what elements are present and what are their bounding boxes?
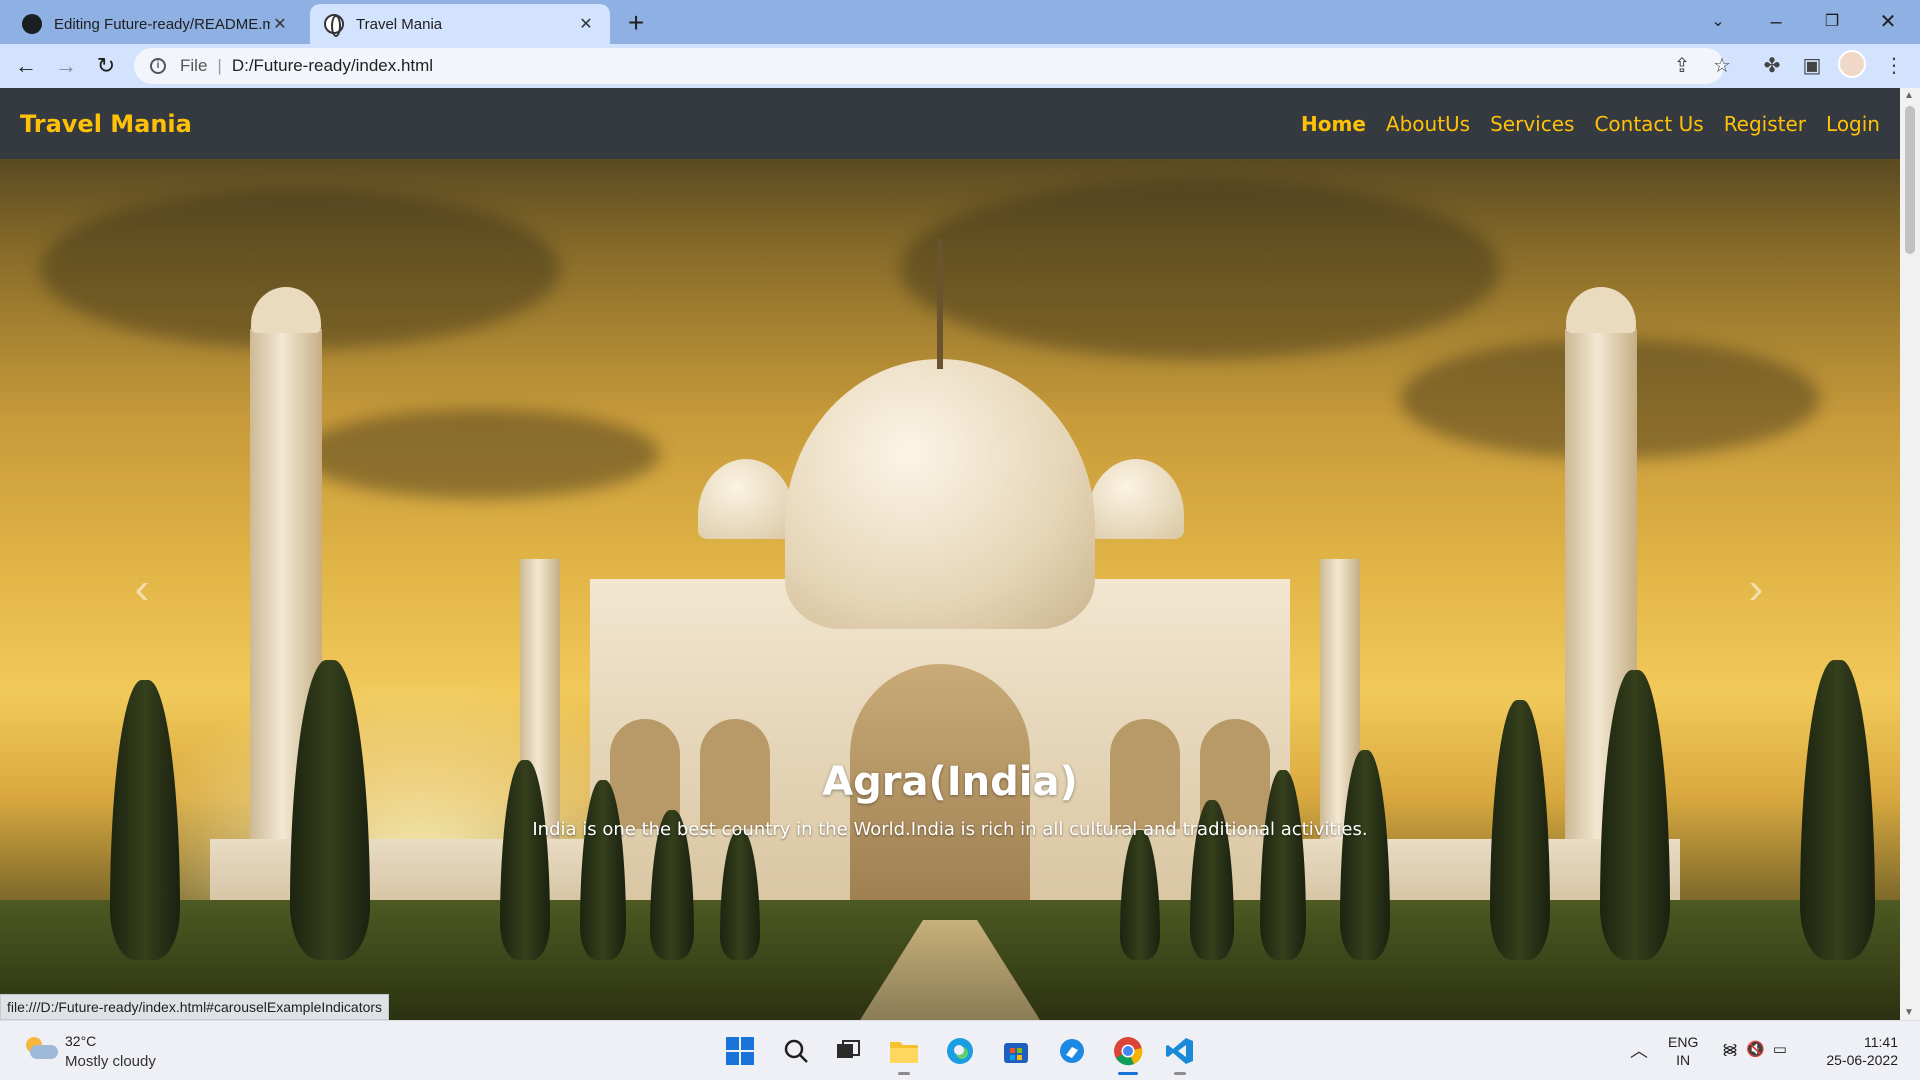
globe-icon — [324, 14, 344, 37]
carousel-caption-text: India is one the best country in the Wor… — [532, 819, 1368, 840]
browser-toolbar: ← → ↻ i File | D:/Future-ready/index.htm… — [0, 44, 1920, 88]
weather-desc[interactable]: Mostly cloudy — [65, 1053, 156, 1070]
language-indicator[interactable]: ENG IN — [1668, 1033, 1698, 1069]
nav-links: Home AboutUs Services Contact Us Registe… — [1281, 112, 1880, 136]
profile-avatar[interactable] — [1838, 50, 1866, 78]
carousel: ‹ › Agra(India) India is one the best co… — [0, 159, 1900, 1020]
search-icon[interactable] — [776, 1031, 816, 1071]
nav-login[interactable]: Login — [1826, 112, 1880, 136]
address-bar[interactable]: i File | D:/Future-ready/index.html — [134, 48, 1724, 84]
status-bar-url: file:///D:/Future-ready/index.html#carou… — [0, 994, 390, 1020]
system-clock[interactable]: 11:41 25-06-2022 — [1810, 1033, 1898, 1069]
tab-title: Editing Future-ready/README.m — [54, 15, 270, 33]
close-icon[interactable]: ✕ — [576, 14, 596, 34]
nav-register[interactable]: Register — [1724, 112, 1806, 136]
star-icon[interactable]: ☆ — [1704, 48, 1740, 84]
minimize-button[interactable]: – — [1748, 4, 1804, 40]
menu-icon[interactable]: ⋮ — [1876, 48, 1912, 84]
page-viewport: Travel Mania Home AboutUs Services Conta… — [0, 88, 1900, 1020]
forward-icon[interactable]: → — [48, 48, 84, 84]
clock-time: 11:41 — [1864, 1034, 1898, 1050]
info-icon[interactable]: i — [150, 58, 166, 74]
back-icon[interactable]: ← — [8, 48, 44, 84]
tab-title: Travel Mania — [356, 15, 443, 33]
wifi-icon: ᯼ — [1722, 1041, 1747, 1058]
close-window-button[interactable]: ✕ — [1860, 4, 1916, 40]
nav-home[interactable]: Home — [1301, 112, 1366, 136]
share-icon[interactable]: ⇪ — [1664, 48, 1700, 84]
new-tab-button[interactable]: + — [620, 8, 652, 40]
nav-aboutus[interactable]: AboutUs — [1386, 112, 1470, 136]
chevron-left-icon: ‹ — [134, 564, 150, 613]
weather-icon[interactable] — [26, 1035, 58, 1063]
page-scrollbar[interactable]: ▲ ▼ — [1900, 88, 1920, 1020]
weather-temp[interactable]: 32°C — [65, 1033, 96, 1049]
scroll-down-icon[interactable]: ▼ — [1904, 1007, 1914, 1018]
volume-muted-icon: 🔇 — [1746, 1041, 1773, 1058]
tab-strip: Editing Future-ready/README.m ✕ Travel M… — [0, 0, 1920, 44]
nav-contact-us[interactable]: Contact Us — [1594, 112, 1703, 136]
taskbar: 32°C Mostly cloudy ︿ ENG IN ᯼🔇▭ 11:41 25… — [0, 1020, 1920, 1080]
carousel-next-button[interactable]: › — [1736, 559, 1776, 619]
carousel-caption-title: Agra(India) — [822, 759, 1078, 805]
scroll-thumb[interactable] — [1905, 106, 1915, 254]
close-icon[interactable]: ✕ — [270, 14, 290, 34]
tab-readme[interactable]: Editing Future-ready/README.m ✕ — [8, 4, 304, 44]
scroll-up-icon[interactable]: ▲ — [1904, 90, 1914, 101]
extensions-icon[interactable]: ✤ — [1754, 48, 1790, 84]
site-navbar: Travel Mania Home AboutUs Services Conta… — [0, 88, 1900, 159]
side-panel-icon[interactable]: ▣ — [1794, 48, 1830, 84]
show-hidden-icons-icon[interactable]: ︿ — [1630, 1037, 1648, 1063]
system-tray-icons[interactable]: ᯼🔇▭ — [1722, 1039, 1795, 1059]
nav-services[interactable]: Services — [1490, 112, 1574, 136]
site-brand[interactable]: Travel Mania — [20, 110, 192, 138]
microsoft-store-icon[interactable] — [996, 1031, 1036, 1071]
vscode-icon[interactable] — [1160, 1031, 1200, 1075]
edge-icon[interactable] — [940, 1031, 980, 1071]
carousel-prev-button[interactable]: ‹ — [122, 559, 162, 619]
lang-line2: IN — [1676, 1052, 1691, 1068]
tab-travel-mania[interactable]: Travel Mania ✕ — [310, 4, 610, 44]
github-icon — [22, 14, 42, 34]
chevron-right-icon: › — [1748, 564, 1764, 613]
windows-start-icon[interactable] — [720, 1031, 760, 1071]
address-separator: | — [217, 56, 222, 75]
address-url: D:/Future-ready/index.html — [231, 56, 434, 75]
battery-icon: ▭ — [1772, 1041, 1795, 1058]
reload-icon[interactable]: ↻ — [88, 48, 124, 84]
tab-search-icon[interactable]: ⌄ — [1690, 4, 1746, 40]
task-view-icon[interactable] — [828, 1031, 868, 1071]
lang-line1: ENG — [1668, 1034, 1699, 1050]
chrome-icon[interactable] — [1108, 1031, 1148, 1075]
address-scheme: File — [180, 56, 208, 75]
file-explorer-icon[interactable] — [884, 1031, 924, 1075]
taj-mahal-image — [0, 159, 1900, 1020]
app-icon[interactable] — [1052, 1031, 1092, 1071]
clock-date: 25-06-2022 — [1826, 1052, 1898, 1068]
restore-button[interactable]: ❐ — [1804, 4, 1860, 40]
